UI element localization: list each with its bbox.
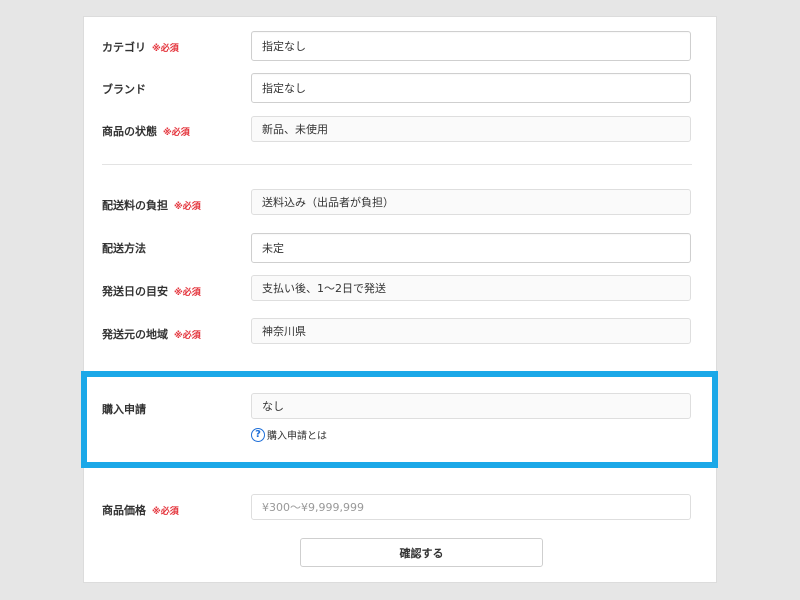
shipping-method-select[interactable]: 未定 [251, 233, 691, 263]
highlight-frame [81, 371, 718, 468]
ship-from-label-text: 発送元の地域 [102, 328, 168, 341]
confirm-button[interactable]: 確認する [300, 538, 543, 567]
days-to-ship-select[interactable]: 支払い後、1〜2日で発送 [251, 275, 691, 301]
ship-from-value: 神奈川県 [262, 325, 306, 338]
required-mark: ※必須 [163, 128, 190, 138]
required-mark: ※必須 [174, 288, 201, 298]
brand-value: 指定なし [262, 82, 306, 95]
category-label-text: カテゴリ [102, 41, 146, 54]
brand-label: ブランド [102, 81, 146, 97]
days-to-ship-value: 支払い後、1〜2日で発送 [262, 282, 386, 295]
required-mark: ※必須 [174, 331, 201, 341]
ship-from-label: 発送元の地域 ※必須 [102, 326, 201, 342]
listing-form: カテゴリ ※必須 指定なし ブランド 指定なし 商品の状態 ※必須 新品、未使用 配… [83, 16, 717, 583]
required-mark: ※必須 [152, 507, 179, 517]
ship-from-select[interactable]: 神奈川県 [251, 318, 691, 344]
price-placeholder: ¥300〜¥9,999,999 [262, 501, 364, 514]
price-label: 商品価格 ※必須 [102, 502, 179, 518]
category-select[interactable]: 指定なし [251, 31, 691, 61]
category-value: 指定なし [262, 40, 306, 53]
condition-label-text: 商品の状態 [102, 125, 157, 138]
brand-label-text: ブランド [102, 83, 146, 96]
days-to-ship-label-text: 発送日の目安 [102, 285, 168, 298]
shipping-method-label: 配送方法 [102, 240, 146, 256]
required-mark: ※必須 [152, 44, 179, 54]
condition-label: 商品の状態 ※必須 [102, 123, 190, 139]
condition-value: 新品、未使用 [262, 123, 328, 136]
shipping-fee-value: 送料込み（出品者が負担） [262, 196, 394, 209]
section-divider [102, 164, 692, 165]
category-label: カテゴリ ※必須 [102, 39, 179, 55]
price-input[interactable]: ¥300〜¥9,999,999 [251, 494, 691, 520]
shipping-method-label-text: 配送方法 [102, 242, 146, 255]
price-label-text: 商品価格 [102, 504, 146, 517]
shipping-fee-select[interactable]: 送料込み（出品者が負担） [251, 189, 691, 215]
shipping-method-value: 未定 [262, 242, 284, 255]
required-mark: ※必須 [174, 202, 201, 212]
condition-select[interactable]: 新品、未使用 [251, 116, 691, 142]
brand-select[interactable]: 指定なし [251, 73, 691, 103]
shipping-fee-label: 配送料の負担 ※必須 [102, 197, 201, 213]
days-to-ship-label: 発送日の目安 ※必須 [102, 283, 201, 299]
shipping-fee-label-text: 配送料の負担 [102, 199, 168, 212]
